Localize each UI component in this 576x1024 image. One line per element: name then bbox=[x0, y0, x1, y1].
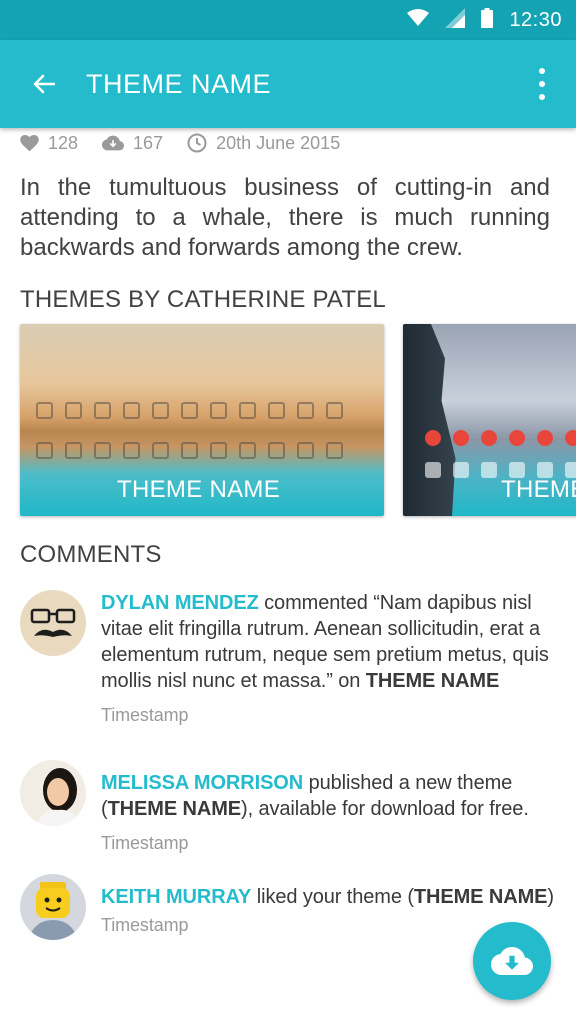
back-arrow-icon bbox=[33, 74, 55, 94]
likes-stat: 128 bbox=[20, 133, 78, 154]
comment-suffix: ), available for download for free. bbox=[241, 798, 529, 820]
comment-timestamp: Timestamp bbox=[101, 705, 189, 725]
comment-text: MELISSA MORRISON published a new theme (… bbox=[101, 770, 561, 856]
commenter-name-link[interactable]: DYLAN MENDEZ bbox=[101, 592, 259, 614]
status-icons: 12:30 bbox=[407, 0, 562, 40]
clock-icon bbox=[187, 133, 207, 153]
comment-body: liked your theme ( bbox=[251, 886, 414, 908]
theme-name-link[interactable]: THEME NAME bbox=[366, 670, 500, 692]
back-button[interactable] bbox=[26, 66, 62, 102]
comments-section-title: COMMENTS bbox=[20, 541, 162, 568]
likes-count: 128 bbox=[48, 132, 79, 153]
theme-stats: 128 167 20th June 2015 bbox=[20, 130, 364, 156]
theme-card[interactable]: THEME NAME bbox=[20, 324, 384, 516]
comment-suffix: ) bbox=[547, 886, 554, 908]
battery-icon bbox=[481, 7, 494, 33]
avatar[interactable] bbox=[20, 874, 86, 940]
commenter-name-link[interactable]: KEITH MURRAY bbox=[101, 886, 251, 908]
icon-preview-row bbox=[36, 442, 343, 459]
heart-icon bbox=[20, 134, 39, 151]
signal-icon bbox=[445, 7, 466, 33]
comment-text: DYLAN MENDEZ commented “Nam dapibus nisl… bbox=[101, 590, 561, 728]
theme-card[interactable]: THEME NAME bbox=[403, 324, 576, 516]
comment-item: DYLAN MENDEZ commented “Nam dapibus nisl… bbox=[20, 590, 560, 740]
icon-preview-row bbox=[36, 402, 343, 419]
theme-card-title: THEME NAME bbox=[501, 476, 576, 503]
theme-card-title: THEME NAME bbox=[117, 476, 281, 503]
status-bar: 12:30 bbox=[0, 0, 576, 40]
download-fab-button[interactable] bbox=[473, 922, 551, 1000]
publish-date: 20th June 2015 bbox=[216, 132, 341, 153]
commenter-name-link[interactable]: MELISSA MORRISON bbox=[101, 772, 303, 794]
theme-name-link[interactable]: THEME NAME bbox=[108, 798, 242, 820]
app-bar: THEME NAME bbox=[0, 40, 576, 128]
cloud-download-icon bbox=[102, 135, 125, 151]
theme-name-link[interactable]: THEME NAME bbox=[414, 886, 548, 908]
downloads-stat: 167 bbox=[102, 133, 163, 154]
avatar[interactable] bbox=[20, 590, 86, 656]
rock-graphic bbox=[403, 324, 456, 516]
avatar[interactable] bbox=[20, 760, 86, 826]
date-stat: 20th June 2015 bbox=[187, 133, 340, 154]
themes-section-title: THEMES BY CATHERINE PATEL bbox=[20, 286, 386, 313]
comment-item: MELISSA MORRISON published a new theme (… bbox=[20, 760, 560, 860]
download-fab-icon bbox=[491, 947, 533, 975]
more-vert-icon[interactable] bbox=[536, 68, 548, 100]
downloads-count: 167 bbox=[133, 132, 164, 153]
theme-description: In the tumultuous business of cutting-in… bbox=[20, 174, 550, 261]
page-title: THEME NAME bbox=[86, 69, 272, 99]
icon-preview-row bbox=[425, 430, 576, 446]
clock-time: 12:30 bbox=[509, 8, 562, 31]
wifi-icon bbox=[407, 8, 430, 32]
comment-timestamp: Timestamp bbox=[101, 833, 189, 853]
